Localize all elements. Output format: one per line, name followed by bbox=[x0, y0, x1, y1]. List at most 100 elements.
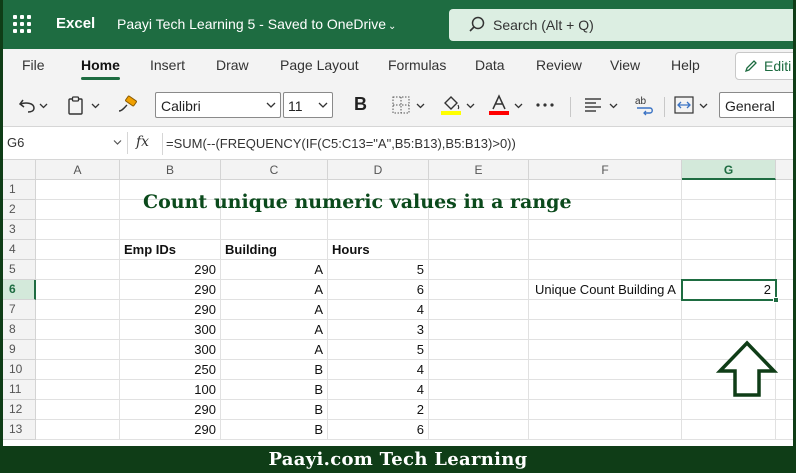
grid-cell[interactable] bbox=[776, 260, 796, 280]
grid-cell[interactable] bbox=[36, 420, 120, 440]
grid-cell[interactable] bbox=[36, 220, 120, 240]
column-header-c[interactable]: C bbox=[221, 160, 328, 180]
column-header-a[interactable]: A bbox=[36, 160, 120, 180]
table-cell[interactable]: 2 bbox=[328, 400, 429, 420]
document-title[interactable]: Paayi Tech Learning 5 - Saved to OneDriv… bbox=[117, 16, 396, 32]
grid-cell[interactable] bbox=[682, 300, 776, 320]
grid-cell[interactable] bbox=[529, 240, 682, 260]
up-arrow-shape-icon[interactable] bbox=[716, 340, 778, 398]
row-header[interactable]: 7 bbox=[0, 300, 36, 320]
grid-cell[interactable] bbox=[682, 420, 776, 440]
row-header[interactable]: 13 bbox=[0, 420, 36, 440]
grid-cell[interactable] bbox=[529, 320, 682, 340]
app-launcher-icon[interactable] bbox=[13, 15, 31, 33]
column-header-g[interactable]: G bbox=[682, 160, 776, 180]
result-label-cell[interactable]: Unique Count Building A bbox=[529, 280, 682, 300]
table-cell[interactable]: 290 bbox=[120, 280, 221, 300]
row-header[interactable]: 12 bbox=[0, 400, 36, 420]
grid-cell[interactable] bbox=[221, 220, 328, 240]
wrap-text-button[interactable]: ab bbox=[632, 91, 658, 119]
row-header-selected[interactable]: 6 bbox=[0, 280, 36, 300]
grid-cell[interactable] bbox=[429, 240, 529, 260]
table-cell[interactable]: 250 bbox=[120, 360, 221, 380]
table-cell[interactable]: 300 bbox=[120, 340, 221, 360]
table-cell[interactable]: A bbox=[221, 340, 328, 360]
header-emp-ids[interactable]: Emp IDs bbox=[120, 240, 221, 260]
tab-help[interactable]: Help bbox=[671, 57, 700, 73]
table-cell[interactable]: 5 bbox=[328, 260, 429, 280]
grid-cell[interactable] bbox=[429, 400, 529, 420]
font-color-button[interactable] bbox=[486, 91, 526, 119]
table-cell[interactable]: A bbox=[221, 300, 328, 320]
grid-cell[interactable] bbox=[682, 240, 776, 260]
grid-cell[interactable] bbox=[36, 320, 120, 340]
search-box[interactable]: Search (Alt + Q) bbox=[449, 9, 796, 41]
header-building[interactable]: Building bbox=[221, 240, 328, 260]
grid-cell[interactable] bbox=[529, 340, 682, 360]
grid-cell[interactable] bbox=[682, 400, 776, 420]
grid-cell[interactable] bbox=[529, 220, 682, 240]
table-cell[interactable]: B bbox=[221, 400, 328, 420]
table-cell[interactable]: 290 bbox=[120, 300, 221, 320]
grid-cell[interactable] bbox=[36, 360, 120, 380]
grid-cell[interactable] bbox=[429, 420, 529, 440]
table-cell[interactable]: 5 bbox=[328, 340, 429, 360]
grid-cell[interactable] bbox=[429, 360, 529, 380]
grid-cell[interactable] bbox=[328, 220, 429, 240]
grid-cell[interactable] bbox=[429, 300, 529, 320]
grid-cell[interactable] bbox=[529, 380, 682, 400]
column-header-d[interactable]: D bbox=[328, 160, 429, 180]
grid-cell[interactable] bbox=[776, 340, 796, 360]
grid-cell[interactable] bbox=[776, 380, 796, 400]
grid-cell[interactable] bbox=[776, 240, 796, 260]
grid-cell[interactable] bbox=[429, 320, 529, 340]
row-header[interactable]: 9 bbox=[0, 340, 36, 360]
format-painter-button[interactable] bbox=[114, 91, 140, 119]
table-cell[interactable]: 4 bbox=[328, 300, 429, 320]
formula-input[interactable]: =SUM(--(FREQUENCY(IF(C5:C13="A",B5:B13),… bbox=[166, 136, 516, 151]
grid-cell[interactable] bbox=[429, 380, 529, 400]
table-cell[interactable]: A bbox=[221, 320, 328, 340]
table-cell[interactable]: B bbox=[221, 420, 328, 440]
grid-cell[interactable] bbox=[36, 400, 120, 420]
tab-data[interactable]: Data bbox=[475, 57, 505, 73]
grid-cell[interactable] bbox=[36, 240, 120, 260]
tab-draw[interactable]: Draw bbox=[216, 57, 249, 73]
fill-color-button[interactable] bbox=[438, 91, 478, 119]
row-header[interactable]: 3 bbox=[0, 220, 36, 240]
tab-review[interactable]: Review bbox=[536, 57, 582, 73]
borders-button[interactable] bbox=[390, 91, 428, 119]
spreadsheet-grid[interactable]: A B C D E F G 1 2 3 4 5 6 7 8 9 10 11 12… bbox=[0, 160, 796, 440]
font-size-select[interactable]: 11 bbox=[283, 92, 333, 118]
grid-cell[interactable] bbox=[776, 220, 796, 240]
align-button[interactable] bbox=[582, 91, 622, 119]
table-cell[interactable]: 3 bbox=[328, 320, 429, 340]
table-cell[interactable]: A bbox=[221, 280, 328, 300]
column-header-h[interactable] bbox=[776, 160, 796, 180]
table-cell[interactable]: 6 bbox=[328, 420, 429, 440]
row-header[interactable]: 11 bbox=[0, 380, 36, 400]
table-cell[interactable]: 290 bbox=[120, 260, 221, 280]
row-header[interactable]: 5 bbox=[0, 260, 36, 280]
row-header[interactable]: 4 bbox=[0, 240, 36, 260]
undo-button[interactable] bbox=[16, 91, 50, 119]
insert-function-button[interactable]: fx bbox=[136, 134, 149, 150]
grid-cell[interactable] bbox=[776, 320, 796, 340]
grid-cell[interactable] bbox=[776, 400, 796, 420]
column-header-b[interactable]: B bbox=[120, 160, 221, 180]
grid-cell[interactable] bbox=[120, 220, 221, 240]
grid-cell[interactable] bbox=[529, 400, 682, 420]
grid-cell[interactable] bbox=[682, 320, 776, 340]
more-options-button[interactable] bbox=[534, 91, 556, 119]
table-cell[interactable]: B bbox=[221, 380, 328, 400]
table-cell[interactable]: 6 bbox=[328, 280, 429, 300]
grid-cell[interactable] bbox=[776, 200, 796, 220]
row-header[interactable]: 10 bbox=[0, 360, 36, 380]
grid-cell[interactable] bbox=[682, 260, 776, 280]
column-header-e[interactable]: E bbox=[429, 160, 529, 180]
grid-cell[interactable] bbox=[529, 360, 682, 380]
grid-cell[interactable] bbox=[36, 380, 120, 400]
grid-cell[interactable] bbox=[429, 340, 529, 360]
grid-cell[interactable] bbox=[429, 220, 529, 240]
grid-cell[interactable] bbox=[776, 280, 796, 300]
